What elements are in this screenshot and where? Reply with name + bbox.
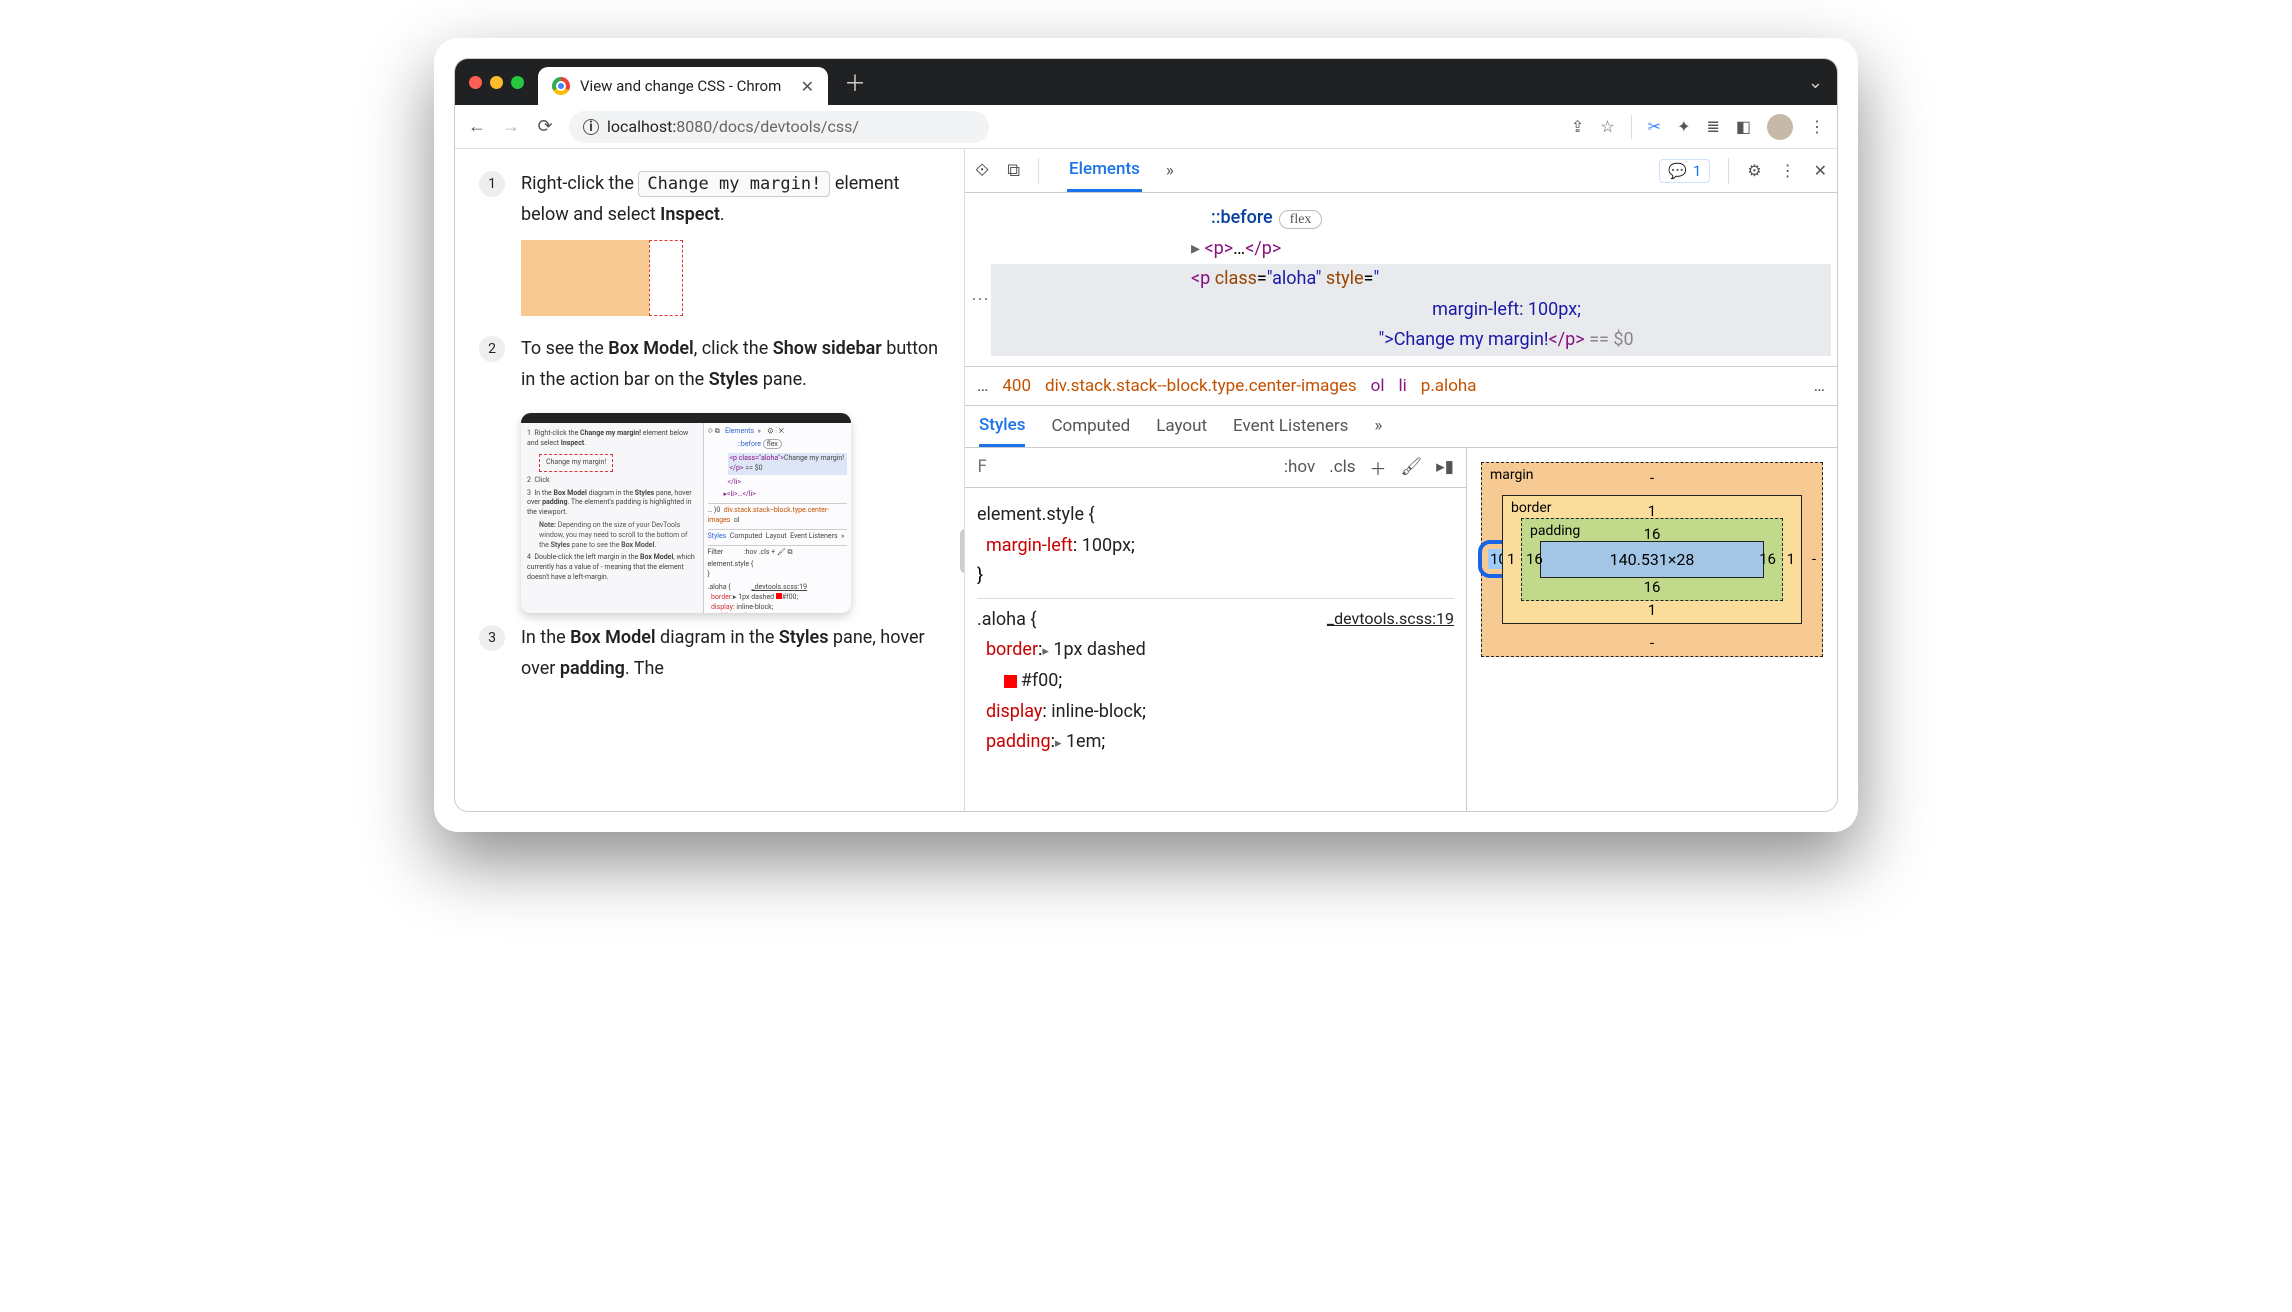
styles-panel: :hov .cls ＋ 🖌 ▸▮ element.style { margin-… xyxy=(965,448,1467,811)
cls-toggle[interactable]: .cls xyxy=(1329,457,1355,477)
bm-border-right[interactable]: 1 xyxy=(1787,550,1795,568)
bm-padding-top[interactable]: 16 xyxy=(1644,525,1661,543)
crumb-ellipsis[interactable]: … xyxy=(1814,376,1825,396)
url-host: localhost: xyxy=(607,117,676,136)
bm-margin-top[interactable]: - xyxy=(1650,469,1654,487)
share-icon[interactable]: ⇪ xyxy=(1571,117,1584,136)
crumb-item[interactable]: 400 xyxy=(1002,376,1031,396)
messages-badge[interactable]: 💬1 xyxy=(1659,159,1710,183)
bm-padding-label: padding xyxy=(1530,523,1580,539)
demo-target[interactable] xyxy=(649,240,683,316)
color-swatch[interactable] xyxy=(1004,675,1017,688)
styles-filter-input[interactable] xyxy=(977,457,1017,477)
nav-back-icon[interactable]: ← xyxy=(467,117,487,137)
devtools-close-icon[interactable]: ✕ xyxy=(1814,161,1827,180)
scissors-icon[interactable]: ✂ xyxy=(1648,117,1661,136)
panel-icon[interactable]: ◧ xyxy=(1736,117,1751,136)
titlebar: View and change CSS - Chrom ✕ ＋ ⌄ xyxy=(455,59,1837,105)
device-toggle-icon[interactable]: ⧉ xyxy=(1007,160,1020,181)
tabs-overflow-icon[interactable]: ⌄ xyxy=(1808,72,1823,93)
bm-margin-right[interactable]: - xyxy=(1812,550,1816,568)
dom-pseudo: ::before xyxy=(1211,207,1273,228)
flex-badge[interactable]: flex xyxy=(1279,210,1323,229)
crumb-item[interactable]: li xyxy=(1399,376,1407,396)
rule-aloha[interactable]: _devtools.scss:19 .aloha { border:▸ 1px … xyxy=(977,599,1454,764)
bm-padding-bottom[interactable]: 16 xyxy=(1644,578,1661,596)
crumb-item[interactable]: p.aloha xyxy=(1421,376,1477,396)
bm-border-label: border xyxy=(1511,500,1552,516)
browser-window: View and change CSS - Chrom ✕ ＋ ⌄ ← → ⟳ … xyxy=(454,58,1838,812)
new-rule-icon[interactable]: ＋ xyxy=(1370,455,1387,480)
subtab-computed[interactable]: Computed xyxy=(1051,407,1130,445)
step-number: 3 xyxy=(479,625,505,651)
step-number: 2 xyxy=(479,336,505,362)
settings-gear-icon[interactable]: ⚙ xyxy=(1747,161,1761,180)
browser-toolbar: ← → ⟳ i localhost:8080/docs/devtools/css… xyxy=(455,105,1837,149)
bm-margin-label: margin xyxy=(1490,467,1534,483)
extensions-icon[interactable]: ✦ xyxy=(1677,117,1690,136)
step-text: In the Box Model diagram in the Styles p… xyxy=(521,623,940,684)
chrome-logo-icon xyxy=(552,77,570,95)
bm-content-size[interactable]: 140.531×28 xyxy=(1540,541,1764,578)
devtools-toolbar: ⟐ ⧉ Elements » 💬1 ⚙ ⋮ ✕ xyxy=(965,149,1837,193)
demo-element[interactable] xyxy=(521,240,940,316)
styles-subtabs: Styles Computed Layout Event Listeners » xyxy=(965,406,1837,448)
dom-selected-node[interactable]: <p class="aloha" style=" margin-left: 10… xyxy=(991,264,1831,356)
browser-tab[interactable]: View and change CSS - Chrom ✕ xyxy=(538,67,828,105)
rule-element-style[interactable]: element.style { margin-left: 100px; } xyxy=(977,494,1454,599)
bm-border-bottom[interactable]: 1 xyxy=(1648,601,1656,619)
source-link[interactable]: _devtools.scss:19 xyxy=(1327,605,1454,632)
tab-title: View and change CSS - Chrom xyxy=(580,77,781,95)
bm-border-left[interactable]: 1 xyxy=(1507,550,1515,568)
address-bar[interactable]: i localhost:8080/docs/devtools/css/ xyxy=(569,111,989,143)
devtools-kebab-icon[interactable]: ⋮ xyxy=(1780,161,1796,180)
bm-padding-left[interactable]: 16 xyxy=(1526,550,1543,568)
crumb-ellipsis[interactable]: … xyxy=(977,376,988,396)
bm-margin-bottom[interactable]: - xyxy=(1650,634,1654,652)
subtab-styles[interactable]: Styles xyxy=(979,406,1025,447)
url-path: 8080/docs/devtools/css/ xyxy=(676,117,859,136)
demo-margin-area xyxy=(521,240,649,316)
subtabs-overflow-icon[interactable]: » xyxy=(1374,407,1382,445)
doc-pane: 1 Right-click the Change my margin! elem… xyxy=(455,149,965,811)
scrollbar-thumb[interactable] xyxy=(960,529,965,573)
profile-avatar[interactable] xyxy=(1767,114,1793,140)
bm-padding-right[interactable]: 16 xyxy=(1759,550,1776,568)
box-model-diagram[interactable]: margin - - - 100 border 1 1 1 xyxy=(1467,448,1837,811)
code-element: Change my margin! xyxy=(638,171,830,197)
subtab-layout[interactable]: Layout xyxy=(1156,407,1207,445)
dom-actions-icon[interactable]: ⋯ xyxy=(971,285,989,316)
nav-forward-icon[interactable]: → xyxy=(501,117,521,137)
chat-icon: 💬 xyxy=(1668,162,1687,180)
new-tab-button[interactable]: ＋ xyxy=(844,66,866,98)
dom-tree[interactable]: ::beforeflex ▸ <p>…</p> ⋯ <p class="aloh… xyxy=(965,193,1837,366)
crumb-item[interactable]: div.stack.stack--block.type.center-image… xyxy=(1045,376,1357,396)
hov-toggle[interactable]: :hov xyxy=(1284,457,1315,477)
screenshot-thumbnail: 1 Right-click the Change my margin! elem… xyxy=(521,413,851,613)
kebab-menu-icon[interactable]: ⋮ xyxy=(1809,117,1825,136)
window-max-dot[interactable] xyxy=(511,76,524,89)
subtab-event-listeners[interactable]: Event Listeners xyxy=(1233,407,1348,445)
step-text: Right-click the Change my margin! elemen… xyxy=(521,169,940,230)
crumb-item[interactable]: ol xyxy=(1371,376,1385,396)
devtools-pane: ⟐ ⧉ Elements » 💬1 ⚙ ⋮ ✕ xyxy=(965,149,1837,811)
nav-reload-icon[interactable]: ⟳ xyxy=(535,117,555,137)
tab-close-icon[interactable]: ✕ xyxy=(801,77,814,96)
messages-count: 1 xyxy=(1693,162,1701,180)
reading-list-icon[interactable]: ≣ xyxy=(1706,117,1719,136)
tabs-overflow-icon[interactable]: » xyxy=(1164,151,1176,191)
window-close-dot[interactable] xyxy=(469,76,482,89)
sidebar-toggle-icon[interactable]: ▸▮ xyxy=(1436,457,1454,477)
bookmark-icon[interactable]: ☆ xyxy=(1600,117,1614,136)
styles-filter-bar: :hov .cls ＋ 🖌 ▸▮ xyxy=(965,448,1466,488)
tab-elements[interactable]: Elements xyxy=(1067,149,1142,192)
inspect-icon[interactable]: ⟐ xyxy=(975,160,989,181)
breadcrumbs[interactable]: … 400 div.stack.stack--block.type.center… xyxy=(965,366,1837,406)
site-info-icon[interactable]: i xyxy=(583,119,599,135)
step-number: 1 xyxy=(479,171,505,197)
window-min-dot[interactable] xyxy=(490,76,503,89)
brush-icon[interactable]: 🖌 xyxy=(1401,457,1423,477)
step-text: To see the Box Model, click the Show sid… xyxy=(521,334,940,395)
